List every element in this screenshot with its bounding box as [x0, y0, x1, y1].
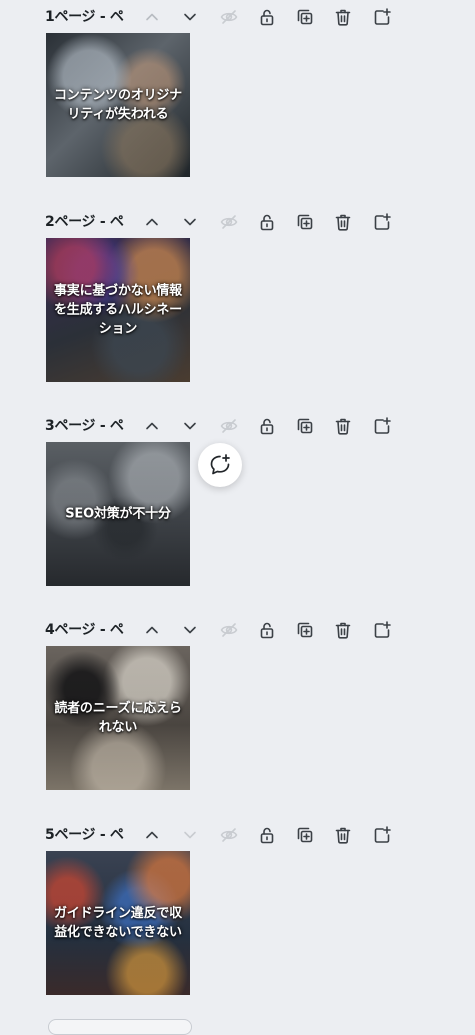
lock-icon[interactable] — [254, 617, 280, 643]
trash-icon[interactable] — [330, 617, 356, 643]
chevron-up-icon[interactable] — [139, 4, 165, 30]
duplicate-icon[interactable] — [292, 617, 318, 643]
add-page-icon[interactable] — [369, 617, 395, 643]
add-page-icon[interactable] — [369, 4, 395, 30]
page-item-5: 5ページ - ペ ガイドライン違反で収益化できないできない — [0, 822, 475, 1022]
eye-off-icon[interactable] — [216, 822, 242, 848]
eye-off-icon[interactable] — [216, 209, 242, 235]
add-page-icon[interactable] — [369, 209, 395, 235]
page-item-4: 4ページ - ペ 読者のニーズに応えられない — [0, 617, 475, 817]
duplicate-icon[interactable] — [292, 4, 318, 30]
page-label[interactable]: 3ページ - ペ — [45, 415, 133, 435]
trash-icon[interactable] — [330, 822, 356, 848]
chevron-up-icon[interactable] — [139, 209, 165, 235]
lock-icon[interactable] — [254, 413, 280, 439]
page-item-2: 2ページ - ペ 事実に基づかない情報を生成するハルシネーション — [0, 209, 475, 409]
add-page-icon[interactable] — [369, 822, 395, 848]
lock-icon[interactable] — [254, 822, 280, 848]
chevron-down-icon[interactable] — [177, 617, 203, 643]
thumbnail-caption: ガイドライン違反で収益化できないできない — [53, 906, 182, 940]
trash-icon[interactable] — [330, 4, 356, 30]
eye-off-icon[interactable] — [216, 617, 242, 643]
eye-off-icon[interactable] — [216, 4, 242, 30]
add-page-icon[interactable] — [369, 413, 395, 439]
duplicate-icon[interactable] — [292, 209, 318, 235]
page-header: 2ページ - ペ — [0, 209, 475, 239]
chevron-down-icon[interactable] — [177, 4, 203, 30]
page-label[interactable]: 2ページ - ペ — [45, 211, 133, 231]
thumbnail-caption: 読者のニーズに応えられない — [54, 701, 182, 735]
page-label[interactable]: 5ページ - ペ — [45, 824, 133, 844]
thumbnail-caption: SEO対策が不十分 — [65, 506, 171, 522]
chevron-up-icon[interactable] — [139, 413, 165, 439]
page-thumbnail[interactable]: SEO対策が不十分 — [46, 442, 190, 586]
page-header: 3ページ - ペ — [0, 413, 475, 443]
chevron-down-icon[interactable] — [177, 822, 203, 848]
duplicate-icon[interactable] — [292, 413, 318, 439]
page-header: 5ページ - ペ — [0, 822, 475, 852]
thumbnail-caption: コンテンツのオリジナリティが失われる — [53, 88, 182, 122]
page-label[interactable]: 1ページ - ペ — [45, 6, 133, 26]
page-thumbnail[interactable]: 事実に基づかない情報を生成するハルシネーション — [46, 238, 190, 382]
lock-icon[interactable] — [254, 4, 280, 30]
add-page-stub[interactable] — [48, 1019, 192, 1035]
chevron-up-icon[interactable] — [139, 617, 165, 643]
lock-icon[interactable] — [254, 209, 280, 235]
eye-off-icon[interactable] — [216, 413, 242, 439]
page-label[interactable]: 4ページ - ペ — [45, 619, 133, 639]
thumbnail-caption: 事実に基づかない情報を生成するハルシネーション — [53, 283, 182, 337]
page-header: 1ページ - ペ — [0, 4, 475, 34]
trash-icon[interactable] — [330, 209, 356, 235]
page-item-3: 3ページ - ペ SEO対策が不十分 — [0, 413, 475, 613]
page-thumbnail[interactable]: ガイドライン違反で収益化できないできない — [46, 851, 190, 995]
duplicate-icon[interactable] — [292, 822, 318, 848]
chevron-down-icon[interactable] — [177, 413, 203, 439]
page-item-1: 1ページ - ペ コンテンツのオリジナリティが失われる — [0, 4, 475, 204]
add-comment-icon[interactable] — [198, 443, 242, 487]
page-header: 4ページ - ペ — [0, 617, 475, 647]
page-thumbnail[interactable]: コンテンツのオリジナリティが失われる — [46, 33, 190, 177]
chevron-down-icon[interactable] — [177, 209, 203, 235]
trash-icon[interactable] — [330, 413, 356, 439]
chevron-up-icon[interactable] — [139, 822, 165, 848]
page-thumbnail[interactable]: 読者のニーズに応えられない — [46, 646, 190, 790]
